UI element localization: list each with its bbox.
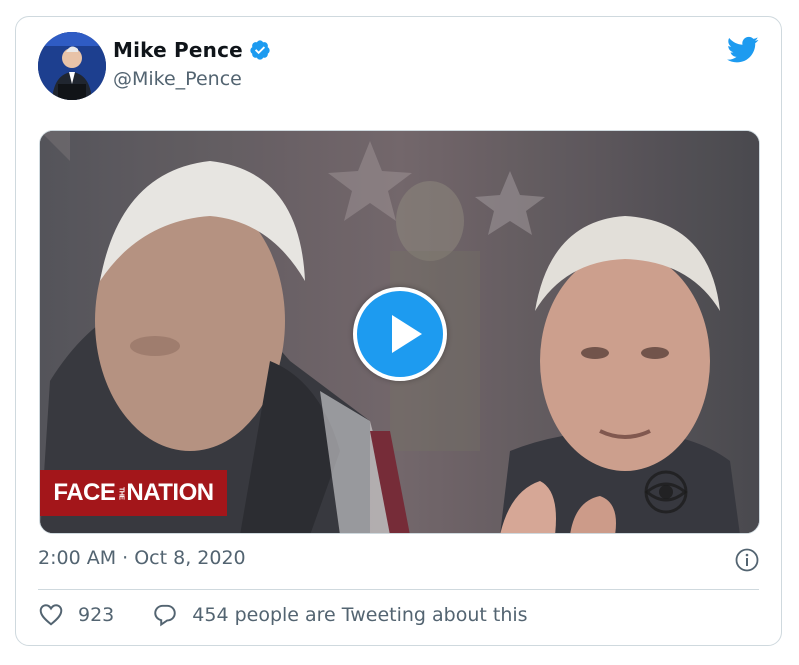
like-button[interactable]: 923 — [38, 602, 114, 628]
logo-word-nation: NATION — [126, 479, 214, 506]
tweet-timestamp[interactable]: 2:00 AM · Oct 8, 2020 — [38, 547, 246, 569]
info-icon[interactable] — [735, 548, 759, 572]
video-media[interactable]: FACE THE NATION — [39, 130, 760, 534]
face-the-nation-logo: FACE THE NATION — [40, 470, 227, 516]
cbs-eye-logo — [644, 470, 688, 514]
play-icon[interactable] — [353, 287, 447, 381]
conversation-link[interactable]: 454 people are Tweeting about this — [152, 602, 528, 628]
heart-icon — [39, 604, 63, 626]
avatar-image — [38, 32, 106, 100]
twitter-bird-icon[interactable] — [727, 36, 759, 64]
speech-bubble-icon — [154, 604, 176, 627]
like-count: 923 — [78, 604, 115, 626]
author-avatar[interactable] — [38, 32, 106, 100]
author-name-row[interactable]: Mike Pence — [113, 38, 271, 62]
conversation-text: 454 people are Tweeting about this — [192, 604, 528, 626]
author-display-name[interactable]: Mike Pence — [113, 38, 243, 62]
verified-badge-icon — [250, 40, 270, 60]
divider — [38, 589, 759, 590]
logo-word-face: FACE — [53, 479, 116, 506]
tweet-actions: 923 454 people are Tweeting about this — [38, 602, 528, 628]
author-handle[interactable]: @Mike_Pence — [113, 68, 242, 90]
tweet-card[interactable]: Mike Pence @Mike_Pence FACE THE NATION 2… — [15, 16, 782, 646]
logo-word-the: THE — [117, 486, 125, 500]
